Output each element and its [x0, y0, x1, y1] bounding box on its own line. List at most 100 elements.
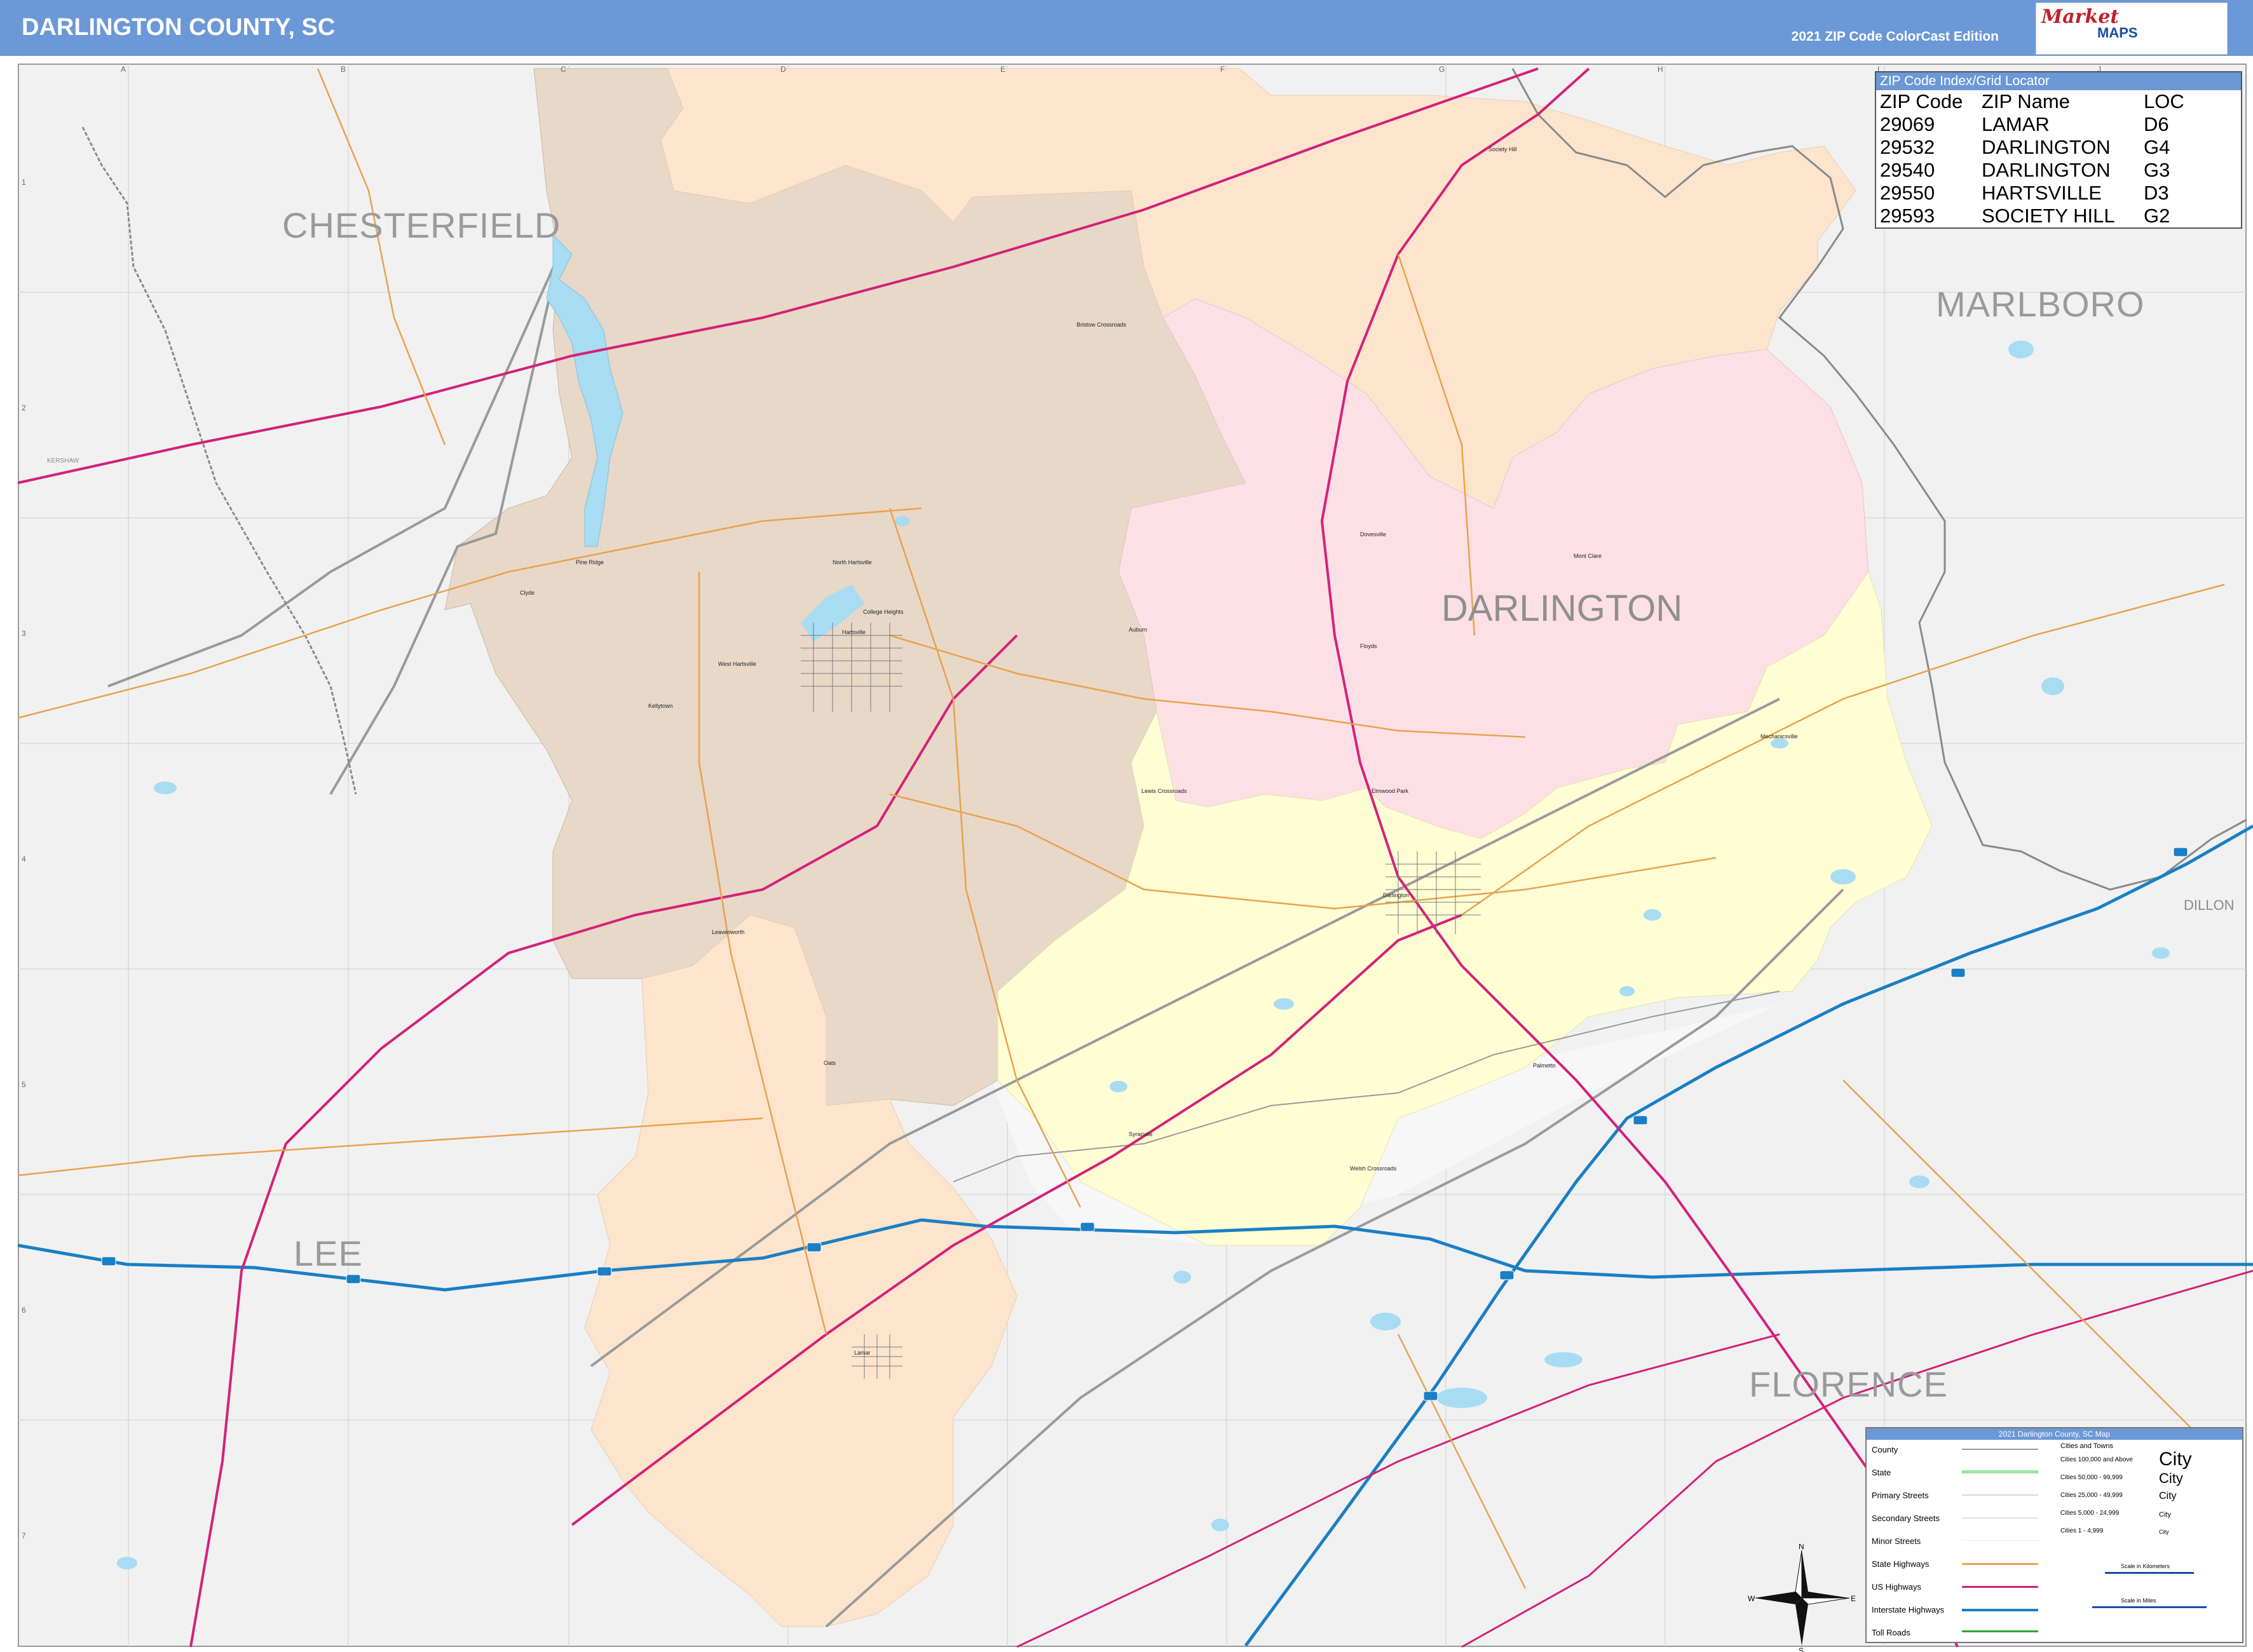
legend-minor-streets: Minor Streets [1872, 1536, 1921, 1546]
legend-city-sample-5: City [2159, 1529, 2169, 1535]
place-welsh-crossroads[interactable]: Welsh Crossroads [1350, 1165, 1396, 1172]
legend-city-sample-4: City [2159, 1511, 2171, 1519]
legend-primary-streets: Primary Streets [1872, 1491, 1929, 1500]
place-mechanicsville[interactable]: Mechanicsville [1760, 733, 1798, 740]
legend-cities-header: Cities and Towns [2060, 1442, 2113, 1450]
legend-us-hwy-swatch [1962, 1586, 2038, 1588]
place-mont-clare[interactable]: Mont Clare [1574, 553, 1602, 559]
zip-index-table: ZIP Code Index/Grid Locator ZIP Code ZIP… [1875, 71, 2242, 229]
label-marlboro: MARLBORO [1936, 284, 2145, 324]
label-darlington-county: DARLINGTON [1441, 588, 1683, 629]
scale-bar-mi [2092, 1606, 2207, 1608]
compass-e: E [1851, 1594, 1856, 1603]
zip-name: SOCIETY HILL [1982, 205, 2115, 227]
zip-col-header: ZIP Code [1880, 90, 1963, 112]
place-north-hartsville[interactable]: North Hartsville [833, 559, 872, 565]
grid-row-3: 3 [22, 629, 26, 638]
place-dovesville[interactable]: Dovesville [1360, 531, 1386, 538]
place-hartsville[interactable]: Hartsville [842, 629, 866, 635]
place-floyds[interactable]: Floyds [1360, 643, 1377, 649]
zip-name: LAMAR [1982, 113, 2050, 135]
legend-city-tier-5: Cities 1 - 4,999 [2060, 1527, 2104, 1534]
label-lee: LEE [294, 1233, 363, 1273]
zip-index-row[interactable]: 29532 DARLINGTON G4 [1880, 136, 2191, 159]
place-leavenworth[interactable]: Leavenworth [712, 929, 745, 935]
legend-county-swatch [1962, 1449, 2038, 1450]
grid-col-b: B [341, 65, 346, 74]
compass-rose-icon: N S W E [1748, 1544, 1856, 1652]
grid-row-7: 7 [22, 1531, 26, 1540]
place-lamar[interactable]: Lamar [854, 1350, 871, 1356]
place-auburn[interactable]: Auburn [1129, 626, 1147, 633]
place-darlington[interactable]: Darlington [1383, 892, 1409, 898]
grid-col-e: E [1000, 65, 1006, 74]
label-kershaw: KERSHAW [47, 457, 79, 464]
place-elmwood-park[interactable]: Elmwood Park [1372, 788, 1408, 794]
zip-index-title: ZIP Code Index/Grid Locator [1876, 72, 2241, 90]
zip-loc: D6 [2144, 113, 2169, 135]
zip-code: 29532 [1880, 136, 1935, 158]
label-chesterfield: CHESTERFIELD [282, 205, 561, 245]
zip-index-row[interactable]: 29593 SOCIETY HILL G2 [1880, 205, 2191, 227]
place-west-hartsville[interactable]: West Hartsville [718, 661, 756, 667]
compass-n: N [1799, 1544, 1804, 1551]
place-kellytown[interactable]: Kellytown [648, 703, 673, 709]
scale-bar-km [2105, 1572, 2194, 1574]
legend-city-sample-3: City [2159, 1491, 2177, 1501]
loc-col-header: LOC [2144, 90, 2184, 112]
legend-scale-mi: Scale in Miles [2121, 1597, 2156, 1604]
place-college-heights[interactable]: College Heights [863, 609, 904, 615]
place-lewis-crossroads[interactable]: Lewis Crossroads [1141, 788, 1187, 794]
legend-title: 2021 Darlington County, SC Map [1867, 1428, 2242, 1440]
zip-name: DARLINGTON [1982, 136, 2111, 158]
place-clyde[interactable]: Clyde [520, 590, 534, 596]
legend-state-highways: State Highways [1872, 1559, 1930, 1569]
legend-state-hwy-swatch [1962, 1563, 2038, 1565]
compass-w: W [1748, 1594, 1755, 1603]
grid-row-5: 5 [22, 1080, 26, 1089]
grid-row-4: 4 [22, 855, 26, 863]
grid-col-f: F [1220, 65, 1225, 74]
legend-primary-swatch [1962, 1494, 2038, 1496]
zip-code: 29550 [1880, 182, 1935, 204]
place-oats[interactable]: Oats [824, 1060, 836, 1066]
grid-row-2: 2 [22, 403, 26, 412]
zip-loc: G2 [2144, 205, 2170, 227]
place-bristow-crossroads[interactable]: Bristow Crossroads [1077, 322, 1126, 328]
zip-index-row[interactable]: 29540 DARLINGTON G3 [1880, 159, 2191, 182]
grid-col-c: C [561, 65, 566, 74]
legend-city-tier-3: Cities 25,000 - 49,999 [2060, 1492, 2123, 1499]
legend-minor-swatch [1962, 1540, 2038, 1541]
legend-county: County [1872, 1445, 1898, 1454]
zip-loc: G3 [2144, 159, 2170, 181]
zip-code: 29593 [1880, 205, 1935, 227]
place-society-hill[interactable]: Society Hill [1488, 146, 1517, 152]
legend-city-sample-1: City [2159, 1449, 2192, 1470]
legend-interstate: Interstate Highways [1872, 1605, 1945, 1615]
label-dillon: DILLON [2184, 897, 2235, 913]
legend-city-sample-2: City [2159, 1470, 2183, 1486]
compass-s: S [1799, 1646, 1804, 1652]
legend-state: State [1872, 1468, 1891, 1477]
legend-city-tier-1: Cities 100,000 and Above [2060, 1456, 2133, 1463]
place-pine-ridge[interactable]: Pine Ridge [576, 559, 604, 565]
zip-code: 29069 [1880, 113, 1935, 135]
legend-state-swatch [1962, 1470, 2038, 1473]
zip-index-row[interactable]: 29069 LAMAR D6 [1880, 113, 2191, 136]
legend-toll-swatch [1962, 1630, 2038, 1632]
legend-us-highways: US Highways [1872, 1582, 1922, 1592]
place-syracuse[interactable]: Syracuse [1129, 1131, 1153, 1137]
place-palmetto[interactable]: Palmetto [1533, 1062, 1556, 1069]
legend-toll-roads: Toll Roads [1872, 1628, 1910, 1637]
grid-col-a: A [121, 65, 126, 74]
grid-row-6: 6 [22, 1306, 26, 1315]
legend-city-tier-4: Cities 5,000 - 24,999 [2060, 1510, 2120, 1517]
legend-scale-km: Scale in Kilometers [2121, 1563, 2170, 1569]
zip-name: DARLINGTON [1982, 159, 2111, 181]
zip-code: 29540 [1880, 159, 1935, 181]
legend-secondary-swatch [1962, 1517, 2038, 1519]
grid-col-d: D [780, 65, 786, 74]
zip-index-row[interactable]: 29550 HARTSVILLE D3 [1880, 182, 2191, 205]
map-legend: 2021 Darlington County, SC Map County St… [1865, 1427, 2243, 1643]
grid-col-h: H [1657, 65, 1663, 74]
